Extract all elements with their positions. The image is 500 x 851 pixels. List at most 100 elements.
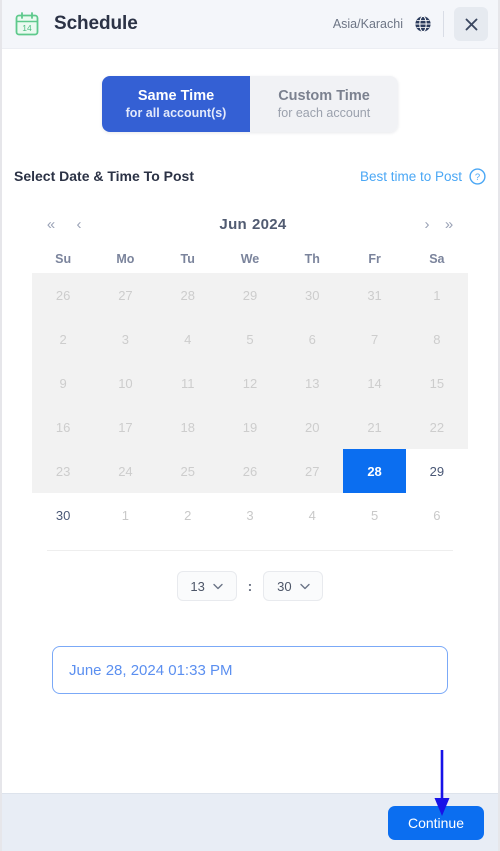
section-title: Select Date & Time To Post — [14, 168, 194, 184]
calendar-day: 7 — [343, 317, 406, 361]
calendar-week-row: 2345678 — [32, 317, 468, 361]
time-mode-toggle: Same Time for all account(s) Custom Time… — [102, 76, 398, 132]
calendar-day-header: Su — [55, 252, 72, 266]
calendar-day: 26 — [32, 273, 95, 317]
calendar-day: 4 — [308, 507, 316, 523]
calendar-day: 28 — [156, 273, 219, 317]
calendar-divider — [47, 550, 453, 551]
calendar-day: 9 — [32, 361, 95, 405]
header-divider — [443, 11, 444, 37]
calendar-day: 26 — [218, 449, 282, 493]
header-actions: Asia/Karachi — [333, 7, 488, 41]
calendar-day: 25 — [156, 449, 219, 493]
tab-same-time[interactable]: Same Time for all account(s) — [102, 76, 250, 132]
calendar-day: 18 — [156, 405, 219, 449]
tab-same-time-subtitle: for all account(s) — [125, 106, 227, 120]
close-icon — [465, 18, 477, 30]
help-circle-icon[interactable]: ? — [469, 167, 486, 185]
calendar-day-header: Sa — [429, 252, 445, 266]
best-time-to-post-link[interactable]: Best time to Post ? — [360, 167, 486, 185]
calendar-day: 31 — [343, 273, 406, 317]
calendar-day-header: Th — [304, 252, 320, 266]
calendar-day: 10 — [94, 361, 157, 405]
time-separator: : — [247, 578, 253, 594]
calendar-day: 16 — [32, 405, 95, 449]
modal-header: 14 Schedule Asia/Karachi — [2, 0, 498, 49]
calendar-day: 5 — [218, 317, 282, 361]
calendar-week-row: 26 27 28 29 30 31 1 — [32, 273, 468, 317]
calendar-day: 12 — [218, 361, 282, 405]
calendar-day: 8 — [405, 317, 468, 361]
minute-select[interactable]: 30 — [263, 571, 324, 601]
calendar-day: 3 — [246, 507, 254, 523]
calendar-day: 1 — [121, 507, 130, 523]
calendar-day-selected[interactable]: 28 — [343, 449, 406, 493]
calendar-day: 14 — [343, 361, 406, 405]
tab-custom-time-title: Custom Time — [278, 88, 370, 104]
calendar-day[interactable]: 30 — [32, 493, 94, 537]
calendar-day: 19 — [218, 405, 282, 449]
calendar-day: 27 — [281, 449, 344, 493]
hour-value: 13 — [190, 578, 205, 594]
prev-month-button[interactable]: ‹ — [68, 216, 90, 233]
calendar-month-year: Jun 2024 — [90, 216, 416, 233]
next-year-button[interactable]: » — [438, 216, 460, 233]
calendar-day: 13 — [281, 361, 344, 405]
calendar-day: 24 — [94, 449, 157, 493]
calendar-day-header: Mo — [116, 252, 135, 266]
calendar-week-row: 9 10 11 12 13 14 15 — [32, 361, 468, 405]
calendar-day: 11 — [156, 361, 219, 405]
modal-body: Same Time for all account(s) Custom Time… — [2, 49, 498, 793]
globe-icon[interactable] — [413, 14, 433, 34]
calendar-nav: « ‹ Jun 2024 › » — [32, 210, 468, 238]
section-header: Select Date & Time To Post Best time to … — [2, 165, 498, 187]
continue-button[interactable]: Continue — [387, 805, 484, 840]
hour-select[interactable]: 13 — [176, 571, 237, 601]
calendar-day-header: Fr — [368, 252, 381, 266]
calendar-day: 3 — [94, 317, 157, 361]
chevron-down-icon — [213, 583, 223, 589]
calendar-day-header: We — [240, 252, 260, 266]
calendar-day: 5 — [370, 507, 379, 523]
next-month-button[interactable]: › — [416, 216, 438, 233]
calendar-month: Jun — [219, 215, 247, 233]
calendar-day: 27 — [94, 273, 157, 317]
minute-value: 30 — [277, 578, 292, 594]
calendar-icon-day: 14 — [22, 23, 32, 33]
selected-datetime-wrap: June 28, 2024 01:33 PM — [2, 646, 498, 694]
schedule-modal: 14 Schedule Asia/Karachi Same Time for a… — [0, 0, 500, 851]
calendar-year: 2024 — [252, 215, 287, 233]
calendar-week-row: 16 17 18 19 20 21 22 — [32, 405, 468, 449]
selected-datetime-value: June 28, 2024 01:33 PM — [69, 661, 233, 679]
time-picker: 13 : 30 — [32, 571, 468, 601]
calendar-day: 6 — [281, 317, 344, 361]
tab-same-time-title: Same Time — [137, 88, 215, 104]
calendar-day-headers: Su Mo Tu We Th Fr Sa — [32, 252, 468, 266]
calendar-day: 2 — [184, 507, 192, 523]
date-picker: « ‹ Jun 2024 › » Su Mo Tu We Th Fr Sa 26 27 28 29 3… — [2, 210, 498, 601]
chevron-down-icon — [299, 583, 310, 589]
page-title: Schedule — [54, 13, 138, 34]
calendar-day: 4 — [156, 317, 219, 361]
close-button[interactable] — [454, 7, 488, 41]
calendar-day[interactable]: 29 — [406, 449, 468, 493]
calendar-day: 21 — [343, 405, 406, 449]
calendar-icon: 14 — [14, 11, 40, 37]
calendar-day: 20 — [281, 405, 344, 449]
calendar-day: 1 — [405, 273, 468, 317]
tab-custom-time-subtitle: for each account — [277, 106, 371, 120]
selected-datetime-field[interactable]: June 28, 2024 01:33 PM — [52, 646, 448, 694]
time-mode-toggle-wrap: Same Time for all account(s) Custom Time… — [2, 49, 498, 132]
calendar-day: 23 — [32, 449, 95, 493]
calendar-day: 29 — [218, 273, 282, 317]
calendar-day: 6 — [433, 507, 441, 523]
calendar-week-row: 30 1 2 3 4 5 6 — [32, 493, 468, 537]
calendar-day: 17 — [94, 405, 157, 449]
calendar-day-header: Tu — [180, 252, 195, 266]
calendar-day: 22 — [405, 405, 468, 449]
prev-year-button[interactable]: « — [40, 216, 62, 233]
tab-custom-time[interactable]: Custom Time for each account — [250, 76, 398, 132]
svg-text:?: ? — [475, 172, 480, 183]
modal-footer: Continue — [2, 793, 498, 851]
calendar-day: 15 — [405, 361, 468, 405]
